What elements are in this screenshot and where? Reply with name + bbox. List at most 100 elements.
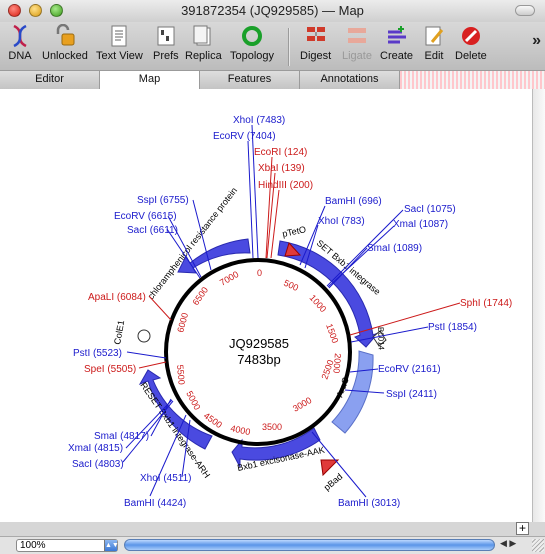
toolbar-separator [288,28,290,66]
site-label-sspi-6755[interactable]: SspI (6755) [137,195,189,206]
tick-label-4000: 4000 [230,423,252,437]
site-label-xhoi-7483[interactable]: XhoI (7483) [233,115,285,126]
delete-label: Delete [455,50,487,62]
zoom-stepper-arrows-icon[interactable]: ▲▼ [104,540,119,551]
replica-button[interactable]: Replica [185,24,222,62]
edit-pencil-icon [425,26,444,46]
feature-label-arac: AraC [334,376,351,399]
site-label-smai-4817[interactable]: SmaI (4817) [94,431,149,442]
tick-label-1500: 1500 [324,322,340,344]
site-label-smai-1089[interactable]: SmaI (1089) [367,243,422,254]
tick-label-7000: 7000 [218,269,240,288]
delete-no-entry-icon [461,27,480,45]
prefs-button[interactable]: Prefs [153,24,179,62]
site-line-apali-6084 [148,295,172,321]
site-label-bamhi-3013[interactable]: BamHI (3013) [338,498,400,509]
topology-label: Topology [230,50,275,62]
toolbar-toggle-button[interactable] [515,5,535,16]
scroll-arrows-icon[interactable]: ◀ ▶ [500,538,516,549]
delete-button[interactable]: Delete [455,24,487,62]
tab-bar-filler [400,71,545,89]
site-line-xhoi-7483 [251,124,259,259]
map-canvas[interactable]: pTetO SET Bxb1 integrase B0014 AraC Bxb1… [0,89,532,522]
site-label-xhoi-783[interactable]: XhoI (783) [318,216,365,227]
tick-label-5500: 5500 [175,364,187,385]
topology-button[interactable]: Topology [230,24,274,62]
site-label-spei-5505[interactable]: SpeI (5505) [84,364,136,375]
site-label-xmai-4815[interactable]: XmaI (4815) [68,443,123,454]
prefs-label: Prefs [153,50,179,62]
digest-label: Digest [300,50,332,62]
site-label-psti-5523[interactable]: PstI (5523) [73,348,122,359]
zoom-select[interactable]: 100% ▲▼ [16,539,119,552]
unlocked-label: Unlocked [42,50,88,62]
edit-label: Edit [424,50,444,62]
bottom-bar: 100% ▲▼ ◀ ▶ [0,536,545,554]
feature-label-cole1: ColE1 [112,319,126,345]
tick-label-1000: 1000 [308,293,329,315]
unlocked-button[interactable]: Unlocked [42,24,88,62]
preferences-switches-icon [157,26,175,46]
tab-editor[interactable]: Editor [0,71,100,89]
horizontal-scrollbar-thumb[interactable] [124,539,495,551]
toolbar-overflow-chevron-icon[interactable]: » [532,32,541,50]
edit-button[interactable]: Edit [422,24,446,62]
site-label-apali-6084[interactable]: ApaLI (6084) [88,292,146,303]
site-label-ecori-124[interactable]: EcoRI (124) [254,147,307,158]
tick-label-6000: 6000 [175,312,190,334]
site-line-spei-5505 [138,361,167,369]
tab-bar: Editor Map Features Annotations [0,70,545,90]
toolbar: DNA Unlocked Text View Prefs Replica Top… [0,22,545,70]
site-label-bamhi-4424[interactable]: BamHI (4424) [124,498,186,509]
dna-helix-icon [13,24,27,48]
site-label-saci-6611[interactable]: SacI (6611) [127,225,178,236]
site-label-bamhi-696[interactable]: BamHI (696) [325,196,382,207]
create-button[interactable]: Create [380,24,413,62]
digest-button[interactable]: Digest [300,24,331,62]
site-line-psti-5523 [126,351,167,359]
unlocked-padlock-icon [56,24,75,46]
site-label-sspi-2411[interactable]: SspI (2411) [386,389,437,400]
plasmid-map: pTetO SET Bxb1 integrase B0014 AraC Bxb1… [68,115,512,509]
replica-copy-icon [193,25,211,46]
text-document-icon [111,25,127,47]
digest-icon [306,27,325,41]
site-label-saci-1075[interactable]: SacI (1075) [404,204,456,215]
feature-cole1-marker[interactable] [137,329,151,343]
site-label-xmai-1087[interactable]: XmaI (1087) [393,219,448,230]
text-view-button[interactable]: Text View [96,24,143,62]
dna-button[interactable]: DNA [8,24,32,62]
site-label-psti-1854[interactable]: PstI (1854) [428,322,477,333]
tab-map[interactable]: Map [100,71,200,89]
zoom-value: 100% [20,540,46,551]
tick-label-0: 0 [257,268,262,278]
topology-circle-icon [242,26,263,46]
site-label-ecorv-7404[interactable]: EcoRV (7404) [213,131,276,142]
tab-annotations[interactable]: Annotations [300,71,400,89]
ligate-icon [347,28,366,43]
site-label-saci-4803[interactable]: SacI (4803) [72,459,124,470]
feature-label-b0014: B0014 [376,327,386,351]
ligate-button[interactable]: Ligate [342,24,372,62]
resize-grip-icon[interactable] [532,539,544,552]
dna-label: DNA [8,50,32,62]
feature-label-pbad: pBad [322,471,345,492]
replica-label: Replica [185,50,222,62]
site-label-ecorv-2161[interactable]: EcoRV (2161) [378,364,441,375]
tick-label-500: 500 [282,278,300,293]
site-label-xhoi-4511[interactable]: XhoI (4511) [140,473,192,484]
tick-label-3000: 3000 [291,395,313,414]
plasmid-name: JQ929585 [229,336,289,351]
ligate-label: Ligate [342,50,372,62]
tick-label-3500: 3500 [262,422,282,432]
plasmid-length: 7483bp [237,352,280,367]
site-label-xbai-139[interactable]: XbaI (139) [258,163,305,174]
site-label-sphi-1744[interactable]: SphI (1744) [460,298,512,309]
vertical-scrollbar[interactable] [532,89,545,522]
site-line-ecorv-7404 [247,140,254,259]
tab-features[interactable]: Features [200,71,300,89]
zoom-in-plus-icon[interactable]: + [516,522,529,535]
site-label-hindiii-200[interactable]: HindIII (200) [258,180,313,191]
window-title: 391872354 (JQ929585) — Map [181,3,364,18]
site-label-ecorv-6615[interactable]: EcoRV (6615) [114,211,177,222]
